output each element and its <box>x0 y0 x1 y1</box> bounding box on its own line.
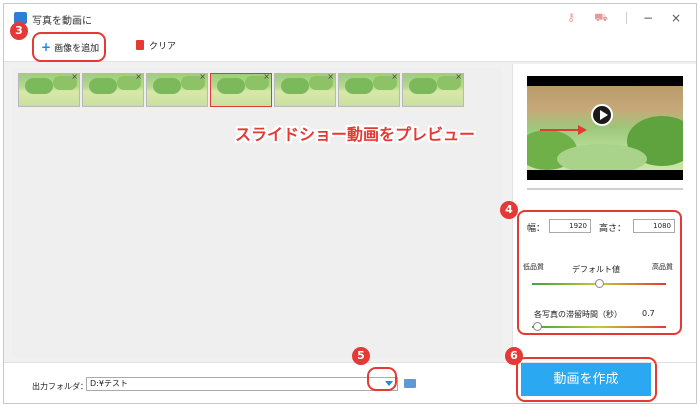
preview-progress-bar[interactable] <box>527 188 683 190</box>
step-badge-4: 4 <box>500 201 518 219</box>
photo-thumbnail[interactable]: × <box>82 73 144 107</box>
create-button-highlight <box>516 357 657 402</box>
output-folder-input[interactable]: D:¥テスト <box>86 377 398 391</box>
photo-thumbnail-selected[interactable]: × <box>210 73 272 107</box>
remove-photo-icon[interactable]: × <box>327 74 334 81</box>
photo-list: × × × × × × × <box>12 68 502 358</box>
remove-photo-icon[interactable]: × <box>391 74 398 81</box>
photo-thumbnail[interactable]: × <box>402 73 464 107</box>
step-badge-5: 5 <box>352 347 370 365</box>
clear-label: クリア <box>149 42 177 52</box>
remove-photo-icon[interactable]: × <box>455 74 462 81</box>
photo-thumbnail[interactable]: × <box>338 73 400 107</box>
minimize-button[interactable]: − <box>640 10 656 26</box>
remove-photo-icon[interactable]: × <box>199 74 206 81</box>
trash-icon <box>136 40 144 50</box>
output-folder-label: 出力フォルダ： <box>32 382 88 391</box>
callout-arrowhead-icon <box>578 125 587 135</box>
remove-photo-icon[interactable]: × <box>135 74 142 81</box>
preview-callout: スライドショー動画をプレビュー <box>235 125 476 144</box>
preview-frame <box>527 86 683 170</box>
key-icon[interactable]: ⚷ <box>564 11 578 25</box>
step-badge-3: 3 <box>10 22 28 40</box>
dropdown-highlight <box>367 367 397 391</box>
folder-icon[interactable] <box>404 379 416 388</box>
step-badge-6: 6 <box>505 347 523 365</box>
photo-thumbnail[interactable]: × <box>18 73 80 107</box>
remove-photo-icon[interactable]: × <box>71 74 78 81</box>
remove-photo-icon[interactable]: × <box>263 74 270 81</box>
photo-thumbnail[interactable]: × <box>146 73 208 107</box>
title-separator <box>626 12 627 24</box>
add-image-highlight <box>32 32 106 62</box>
clear-button[interactable]: クリア <box>136 39 176 55</box>
play-icon[interactable] <box>591 104 613 126</box>
video-preview[interactable] <box>527 76 683 180</box>
settings-highlight <box>517 210 682 335</box>
close-button[interactable]: × <box>668 10 684 26</box>
cart-icon[interactable]: ⛟ <box>594 11 608 25</box>
title-bar: 写真を動画に ⚷ ⛟ − × <box>4 4 696 32</box>
toolbar: + 画像を追加 クリア <box>4 32 696 62</box>
photo-thumbnail[interactable]: × <box>274 73 336 107</box>
callout-arrow-icon <box>540 129 580 131</box>
window-title: 写真を動画に <box>32 16 92 27</box>
app-window: 写真を動画に ⚷ ⛟ − × +画像を追加 クリア × × × × × × × <box>3 3 697 404</box>
